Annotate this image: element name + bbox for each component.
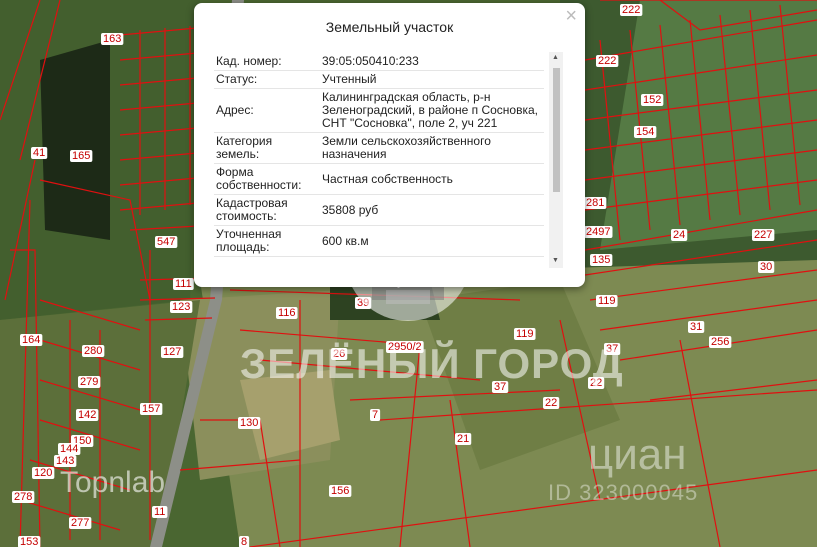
- table-row: Адрес: Калининградская область, р-н Зелен…: [214, 88, 544, 133]
- parcel-label: 152: [643, 94, 661, 106]
- row-value: 600 кв.м: [320, 225, 544, 257]
- zelenyi-gorod-watermark: ЗЕЛЁНЫЙ ГОРОД: [240, 340, 624, 387]
- parcel-label: 130: [240, 417, 258, 429]
- parcel-info-table: Кад. номер: 39:05:050410:233 Статус: Учтен…: [214, 53, 544, 257]
- row-value: 35808 руб: [320, 194, 544, 226]
- table-row: Категория земель: Земли сельскохозяйствен…: [214, 132, 544, 164]
- parcel-label: 256: [711, 336, 729, 348]
- close-icon[interactable]: ×: [565, 5, 577, 27]
- parcel-label: 165: [72, 150, 90, 162]
- parcel-label: 281: [586, 197, 604, 209]
- parcel-label: 119: [598, 295, 616, 307]
- parcel-label: 279: [80, 376, 98, 388]
- popup-scrollbar[interactable]: ▲ ▼: [549, 52, 563, 268]
- cian-watermark: циан: [588, 430, 687, 479]
- scroll-down-icon[interactable]: ▼: [552, 257, 559, 264]
- cian-id-watermark: ID 323000045: [548, 480, 699, 505]
- parcel-label: 547: [157, 236, 175, 248]
- row-value: 39:05:050410:233: [320, 53, 544, 71]
- parcel-label: 24: [673, 229, 685, 241]
- parcel-label: 8: [241, 536, 247, 547]
- parcel-label: 22: [545, 397, 557, 409]
- parcel-label: 2497: [586, 226, 610, 238]
- table-row: Статус: Учтенный: [214, 70, 544, 89]
- parcel-label: 116: [278, 307, 296, 319]
- table-row: Кадастровая стоимость: 35808 руб: [214, 194, 544, 226]
- parcel-label: 7: [372, 409, 378, 421]
- parcel-label: 144: [60, 443, 78, 455]
- row-key: Кадастровая стоимость:: [214, 194, 320, 226]
- parcel-label: 123: [172, 301, 190, 313]
- scroll-up-icon[interactable]: ▲: [552, 54, 559, 61]
- parcel-label: 11: [154, 506, 165, 518]
- parcel-label: 227: [754, 229, 772, 241]
- parcel-info-list[interactable]: Кад. номер: 39:05:050410:233 Статус: Учтен…: [214, 53, 560, 271]
- row-value: Земли сельскохозяйственного назначения: [320, 132, 544, 164]
- row-key: Уточненная площадь:: [214, 225, 320, 257]
- row-key: Статус:: [214, 70, 320, 89]
- parcel-label: 135: [592, 254, 610, 266]
- parcel-label: 120: [34, 467, 52, 479]
- scrollbar-thumb[interactable]: [553, 68, 560, 192]
- parcel-label: 156: [331, 485, 349, 497]
- table-row: Уточненная площадь: 600 кв.м: [214, 225, 544, 257]
- row-key: Форма собственности:: [214, 163, 320, 195]
- parcel-label: 164: [22, 334, 40, 346]
- parcel-label: 154: [636, 126, 654, 138]
- parcel-label: 119: [516, 328, 534, 340]
- row-value: Частная собственность: [320, 163, 544, 195]
- parcel-label: 31: [690, 321, 702, 333]
- parcel-label: 153: [20, 536, 38, 547]
- parcel-label: 21: [457, 433, 469, 445]
- row-value: Калининградская область, р-н Зеленоградс…: [320, 88, 544, 133]
- row-key: Адрес:: [214, 88, 320, 133]
- parcel-info-popup: Земельный участок × Кад. номер: 39:05:050…: [194, 3, 585, 287]
- parcel-label: 111: [175, 278, 192, 290]
- parcel-label: 30: [760, 261, 772, 273]
- parcel-label: 127: [163, 346, 181, 358]
- parcel-label: 222: [598, 55, 616, 67]
- parcel-label: 41: [33, 147, 45, 159]
- table-row: Кад. номер: 39:05:050410:233: [214, 53, 544, 71]
- table-row: Форма собственности: Частная собственност…: [214, 163, 544, 195]
- row-value: Учтенный: [320, 70, 544, 89]
- popup-title: Земельный участок: [325, 19, 454, 35]
- topnlab-watermark: Topnlab: [60, 466, 166, 499]
- parcel-label: 277: [71, 517, 89, 529]
- parcel-label: 157: [142, 403, 160, 415]
- parcel-label: 163: [103, 33, 121, 45]
- parcel-label: 278: [14, 491, 32, 503]
- row-key: Кад. номер:: [214, 53, 320, 71]
- row-key: Категория земель:: [214, 132, 320, 164]
- parcel-label: 280: [84, 345, 102, 357]
- parcel-label: 222: [622, 4, 640, 16]
- parcel-label: 142: [78, 409, 96, 421]
